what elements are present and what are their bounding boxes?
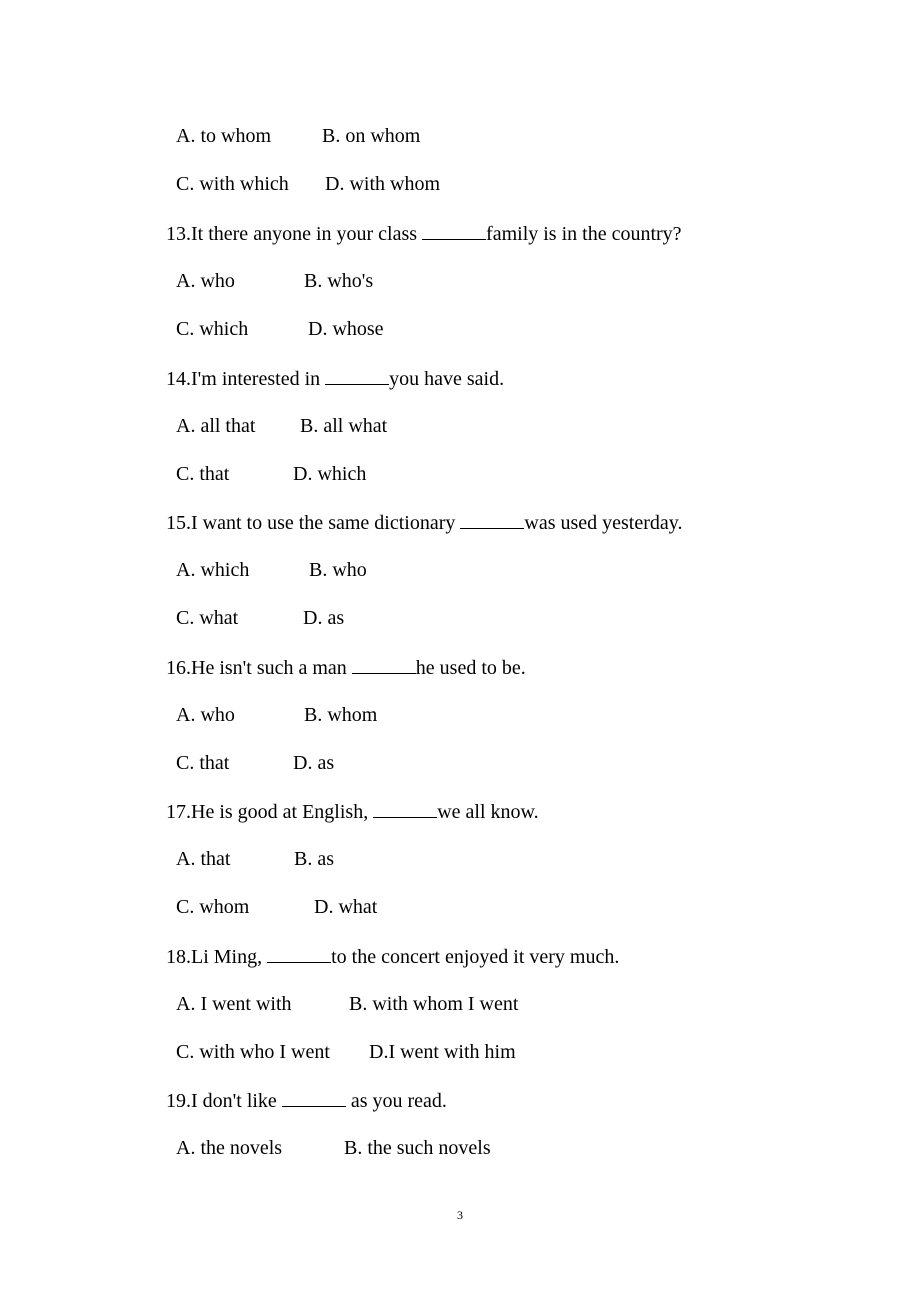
- question-text-after: was used yesterday.: [524, 512, 683, 534]
- option-c: C. whom: [176, 896, 250, 918]
- answer-blank: [281, 1088, 346, 1107]
- question-13: 13.It there anyone in your class family …: [166, 221, 682, 246]
- option-c: C. which: [176, 318, 249, 340]
- answer-blank: [460, 510, 525, 529]
- question-17: 17.He is good at English, we all know.: [166, 799, 539, 824]
- option-c: C. that: [176, 463, 230, 485]
- question-16: 16.He isn't such a man he used to be.: [166, 655, 526, 680]
- question-text-before: He is good at English,: [191, 801, 374, 823]
- page-number: 3: [457, 1208, 463, 1222]
- answer-blank: [373, 799, 438, 818]
- question-text-after: family is in the country?: [486, 223, 682, 245]
- answer-blank: [325, 366, 390, 385]
- question-14: 14.I'm interested in you have said.: [166, 366, 504, 391]
- question-number: 17.: [166, 801, 191, 823]
- option-a: A. who: [176, 704, 235, 726]
- option-a: A. which: [176, 559, 250, 581]
- option-a: A. all that: [176, 415, 256, 437]
- question-number: 19.: [166, 1090, 191, 1112]
- question-number: 13.: [166, 223, 191, 245]
- question-text-before: He isn't such a man: [191, 657, 352, 679]
- answer-blank: [267, 944, 332, 963]
- question-text-before: I'm interested in: [191, 368, 326, 390]
- question-text-before: I don't like: [191, 1090, 282, 1112]
- answer-blank: [351, 655, 416, 674]
- option-d: D. what: [314, 896, 378, 918]
- option-a: A. who: [176, 270, 235, 292]
- question-number: 14.: [166, 368, 191, 390]
- option-a: A. to whom: [176, 125, 271, 147]
- option-b: B. all what: [300, 415, 388, 437]
- option-c: C. with who I went: [176, 1041, 330, 1063]
- option-d: D.I went with him: [369, 1041, 516, 1063]
- option-b: B. on whom: [322, 125, 421, 147]
- question-text-after: we all know.: [437, 801, 539, 823]
- option-d: D. as: [293, 752, 335, 774]
- question-text-before: Li Ming,: [191, 946, 268, 968]
- option-row: A. the novels B. the such novels: [176, 1136, 491, 1208]
- question-text-before: It there anyone in your class: [191, 223, 423, 245]
- option-c: C. that: [176, 752, 230, 774]
- option-b: B. whom: [304, 704, 378, 726]
- document-page: { "options_continued": { "rows": [ ["A. …: [0, 0, 920, 1302]
- option-a: A. that: [176, 848, 231, 870]
- option-b: B. with whom I went: [349, 993, 519, 1015]
- question-19: 19.I don't like as you read.: [166, 1088, 447, 1113]
- option-d: D. which: [293, 463, 367, 485]
- question-15: 15.I want to use the same dictionary was…: [166, 510, 682, 535]
- question-text-after: he used to be.: [415, 657, 526, 679]
- question-text-after: to the concert enjoyed it very much.: [331, 946, 620, 968]
- option-c: C. with which: [176, 173, 289, 195]
- answer-blank: [422, 221, 487, 240]
- question-number: 16.: [166, 657, 191, 679]
- question-number: 18.: [166, 946, 191, 968]
- option-b: B. who's: [304, 270, 374, 292]
- question-number: 15.: [166, 512, 191, 534]
- option-d: D. whose: [308, 318, 384, 340]
- option-b: B. the such novels: [344, 1137, 491, 1159]
- option-d: D. as: [303, 607, 345, 629]
- question-18: 18.Li Ming, to the concert enjoyed it ve…: [166, 944, 619, 969]
- option-a: A. I went with: [176, 993, 292, 1015]
- option-b: B. as: [294, 848, 334, 870]
- option-d: D. with whom: [325, 173, 440, 195]
- question-text-after: you have said.: [389, 368, 505, 390]
- option-a: A. the novels: [176, 1137, 283, 1159]
- option-c: C. what: [176, 607, 239, 629]
- question-text-after: as you read.: [345, 1090, 447, 1112]
- option-b: B. who: [309, 559, 367, 581]
- question-text-before: I want to use the same dictionary: [191, 512, 461, 534]
